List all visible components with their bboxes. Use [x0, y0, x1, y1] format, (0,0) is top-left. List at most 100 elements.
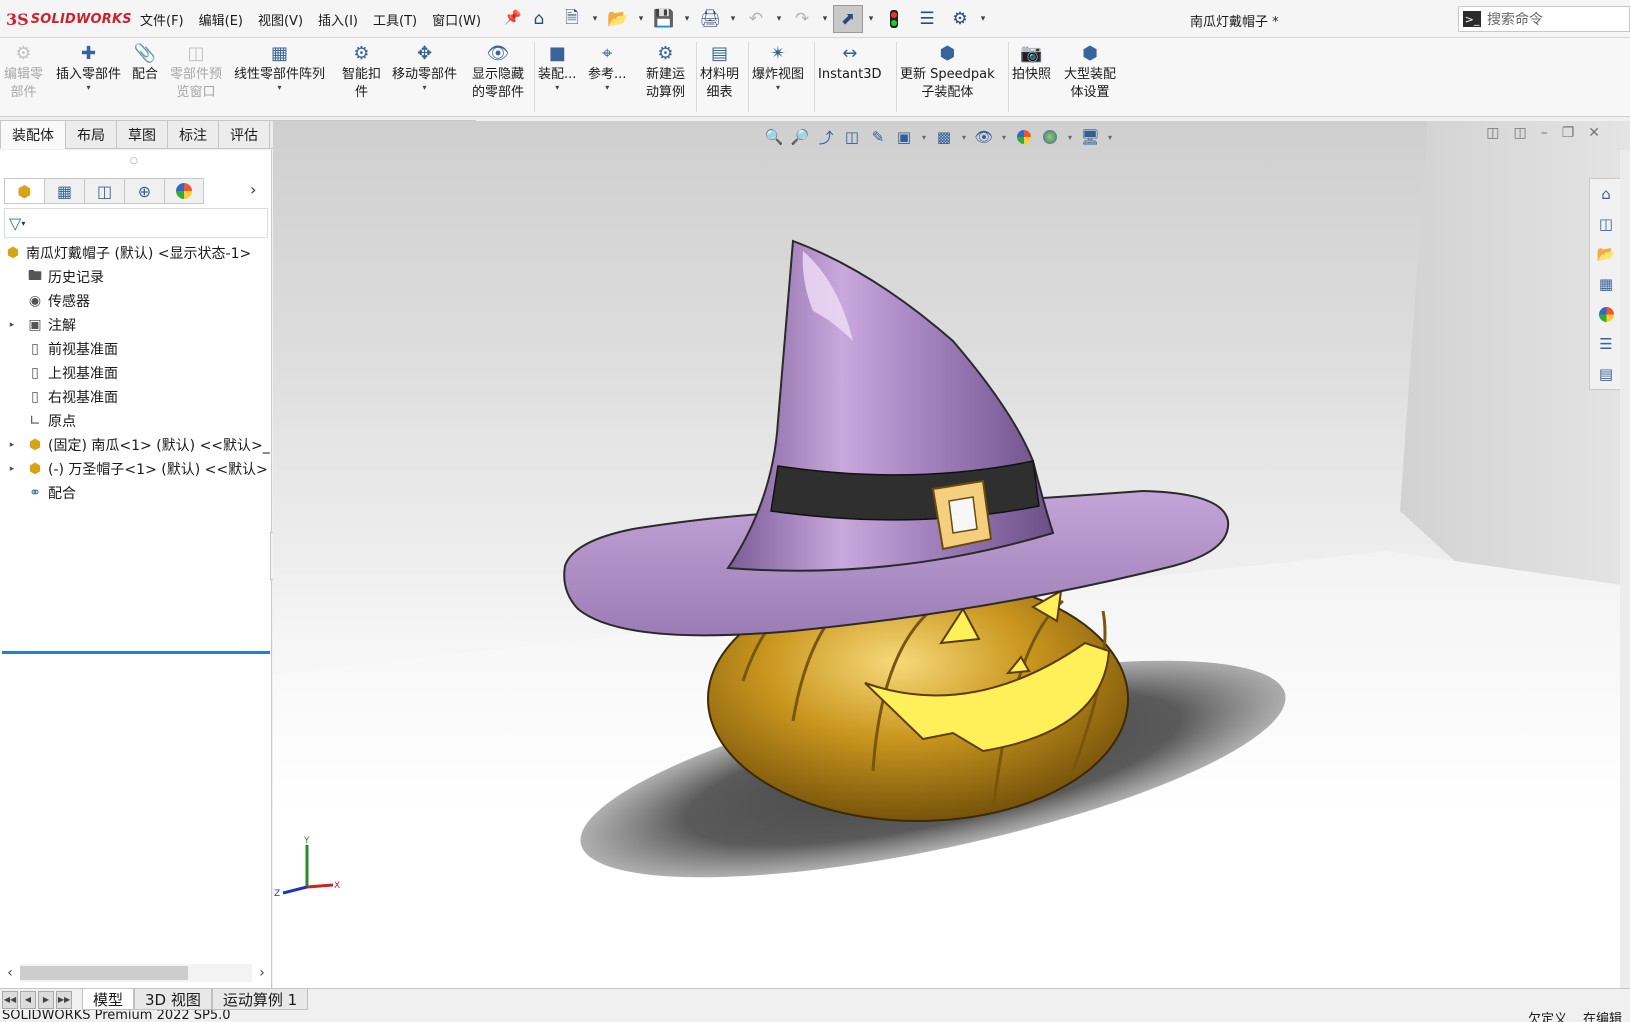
tab-3[interactable]: 标注 [167, 120, 218, 149]
chevron-down-icon[interactable]: ▾ [978, 14, 988, 24]
panel-grip-icon[interactable]: ○ [130, 156, 138, 166]
tab-2[interactable]: 草图 [116, 120, 167, 149]
first-tab-icon[interactable]: ◀◀ [2, 990, 18, 1009]
expand-arrow-icon[interactable]: ▸ [7, 464, 17, 474]
reference-geometry-button[interactable]: ⌖ 参考... ▾ [588, 42, 626, 92]
bom-button[interactable]: ▤ 材料明 细表 [700, 42, 739, 102]
property-manager-tab-icon[interactable]: ▦ [44, 178, 84, 204]
menu-item-0[interactable]: 文件(F) [140, 10, 184, 29]
large-assembly-button[interactable]: ⬢ 大型装配 体设置 [1064, 42, 1116, 102]
linear-pattern-button[interactable]: ▦ 线性零部件阵列 ▾ [234, 42, 325, 92]
gear-icon[interactable]: ⚙ [945, 5, 975, 33]
snapshot-button[interactable]: 📷 拍快照 [1012, 42, 1051, 84]
assembly-features-button[interactable]: ■ 装配... ▾ [538, 42, 576, 92]
menu-item-5[interactable]: 窗口(W) [432, 10, 481, 29]
home-icon[interactable]: ⌂ [1591, 179, 1621, 209]
show-hidden-button[interactable]: 👁 显示隐藏 的零部件 [472, 42, 524, 102]
bottom-tab-0[interactable]: 模型 [82, 989, 135, 1010]
component-preview-button[interactable]: ◫ 零部件预 览窗口 [170, 42, 222, 102]
exploded-view-button[interactable]: ✴ 爆炸视图 ▾ [752, 42, 804, 92]
mate-button[interactable]: 📎 配合 [132, 42, 158, 84]
tree-item[interactable]: ⚭ 配合 [0, 481, 272, 505]
chevron-down-icon[interactable]: ▾ [636, 14, 646, 24]
previous-tab-icon[interactable]: ◀ [20, 990, 36, 1009]
home-icon[interactable]: ⌂ [524, 5, 554, 33]
chevron-down-icon[interactable]: ▾ [774, 14, 784, 24]
menu-item-3[interactable]: 插入(I) [318, 10, 358, 29]
menu-item-2[interactable]: 视图(V) [258, 10, 303, 29]
tree-item[interactable]: ▸ ⬢ (-) 万圣帽子<1> (默认) <<默认> [0, 457, 272, 481]
last-tab-icon[interactable]: ▶▶ [56, 990, 72, 1009]
view-palette-icon[interactable]: ▦ [1591, 269, 1621, 299]
move-component-button[interactable]: ✥ 移动零部件 ▾ [392, 42, 457, 92]
chevron-down-icon[interactable]: ▾ [590, 14, 600, 24]
bottom-tab-1[interactable]: 3D 视图 [134, 989, 212, 1010]
tree-item[interactable]: ∟ 原点 [0, 409, 272, 433]
tree-filter[interactable]: ▽ ▾ [4, 208, 268, 238]
scroll-thumb[interactable] [20, 966, 188, 980]
chevron-down-icon[interactable]: ▾ [278, 84, 282, 92]
menu-item-4[interactable]: 工具(T) [373, 10, 417, 29]
instant3d-button[interactable]: ↔ Instant3D [818, 42, 882, 84]
bottom-tab-2[interactable]: 运动算例 1 [211, 989, 309, 1010]
vertical-scrollbar[interactable] [1620, 150, 1630, 990]
graphics-area[interactable]: 🔍 🔎 ⤴ ◫ ✎ ▣ ▾ ▩ ▾ 👁 ▾ ▾ 🖥 ▾ ◫ ◫ – ❐ ✕ Y … [273, 121, 1630, 988]
rebuild-traffic-light-icon[interactable] [879, 5, 909, 33]
panel-horizontal-scrollbar[interactable]: ‹ › [0, 962, 272, 984]
feature-manager-tab-icon[interactable]: ⬢ [4, 178, 44, 204]
chevron-down-icon[interactable]: ▾ [728, 14, 738, 24]
configuration-manager-tab-icon[interactable]: ◫ [84, 178, 124, 204]
tree-item[interactable]: 🖿 历史记录 [0, 265, 272, 289]
tab-1[interactable]: 布局 [65, 120, 116, 149]
next-tab-icon[interactable]: ▶ [38, 990, 54, 1009]
appearances-icon[interactable] [1591, 299, 1621, 329]
file-properties-icon[interactable]: ☰ [912, 5, 942, 33]
chevron-down-icon[interactable]: ▾ [776, 84, 780, 92]
chevron-down-icon[interactable]: ▾ [820, 14, 830, 24]
solidworks-resources-icon[interactable]: ▤ [1591, 359, 1621, 389]
new-document-icon[interactable]: 🗎 [557, 5, 587, 33]
print-icon[interactable]: 🖨 [695, 5, 725, 33]
tab-0[interactable]: 装配体 [0, 120, 65, 149]
custom-properties-icon[interactable]: ☰ [1591, 329, 1621, 359]
tab-4[interactable]: 评估 [218, 120, 269, 149]
tree-item[interactable]: ▯ 右视基准面 [0, 385, 272, 409]
model-render[interactable] [273, 121, 1630, 988]
chevron-down-icon[interactable]: ▾ [423, 84, 427, 92]
scroll-left-icon[interactable]: ‹ [0, 965, 20, 981]
chevron-down-icon[interactable]: ▾ [682, 14, 692, 24]
witch-hat-part[interactable] [563, 239, 1230, 637]
dimxpert-tab-icon[interactable]: ⊕ [124, 178, 164, 204]
undo-icon[interactable]: ↶ [741, 5, 771, 33]
select-pointer-icon[interactable]: ⬈ [833, 5, 863, 33]
chevron-down-icon[interactable]: ▾ [87, 84, 91, 92]
insert-components-button[interactable]: ✚ 插入零部件 ▾ [56, 42, 121, 92]
tree-item[interactable]: ▸ ▣ 注解 [0, 313, 272, 337]
save-icon[interactable]: 💾 [649, 5, 679, 33]
chevron-down-icon[interactable]: ▾ [605, 84, 609, 92]
new-motion-study-button[interactable]: ⚙ 新建运 动算例 [646, 42, 685, 102]
tree-item[interactable]: ▯ 前视基准面 [0, 337, 272, 361]
chevron-down-icon[interactable]: ▾ [866, 14, 876, 24]
tree-item[interactable]: ▸ ⬢ (固定) 南瓜<1> (默认) <<默认>_ [0, 433, 272, 457]
file-explorer-icon[interactable]: 📂 [1591, 239, 1621, 269]
chevron-down-icon[interactable]: ▾ [555, 84, 559, 92]
display-manager-tab-icon[interactable] [164, 178, 204, 204]
expand-arrow-icon[interactable]: ▸ [7, 440, 17, 450]
tree-root[interactable]: ⬢ 南瓜灯戴帽子 (默认) <显示状态-1> [0, 241, 272, 265]
chevron-right-icon[interactable]: › [250, 180, 256, 199]
scroll-right-icon[interactable]: › [252, 965, 272, 981]
search-commands-input[interactable]: >_ 搜索命令 [1458, 6, 1630, 32]
expand-arrow-icon[interactable]: ▸ [7, 320, 17, 330]
solidworks-logo[interactable]: 3S SOLIDWORKS [6, 9, 132, 29]
scroll-track[interactable] [20, 964, 252, 982]
edit-component-button[interactable]: ⚙ 编辑零 部件 [4, 42, 43, 102]
design-library-icon[interactable]: ◫ [1591, 209, 1621, 239]
open-document-icon[interactable]: 📂 [603, 5, 633, 33]
tree-item[interactable]: ▯ 上视基准面 [0, 361, 272, 385]
pin-icon[interactable]: 📌 [504, 10, 521, 26]
tree-item[interactable]: ◉ 传感器 [0, 289, 272, 313]
redo-icon[interactable]: ↷ [787, 5, 817, 33]
menu-item-1[interactable]: 编辑(E) [199, 10, 243, 29]
smart-fasteners-button[interactable]: ⚙ 智能扣件 [342, 42, 381, 102]
